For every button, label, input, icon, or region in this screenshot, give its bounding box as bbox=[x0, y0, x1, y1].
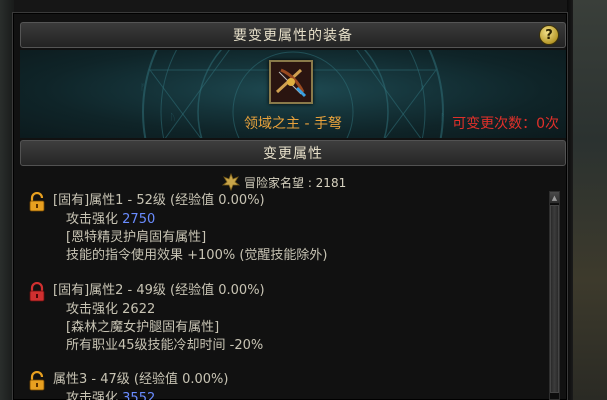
scrollbar-thumb[interactable] bbox=[550, 205, 559, 393]
attribute-list[interactable]: [固有]属性1 - 52级 (经验值 0.00%) 攻击强化 2750 [恩特精… bbox=[20, 188, 546, 400]
section-header: 变更属性 bbox=[20, 140, 566, 166]
attribute-stat-label: 攻击强化 bbox=[66, 212, 119, 227]
scroll-up-arrow-icon[interactable]: ▲ bbox=[550, 192, 559, 204]
crossbow-icon bbox=[271, 62, 311, 102]
attribute-effect: 所有职业45级技能冷却时间 -20% bbox=[66, 338, 264, 353]
attribute-stat-value: 2750 bbox=[122, 212, 156, 227]
attribute-effect: 技能的指令使用效果 +100% (觉醒技能除外) bbox=[66, 248, 328, 263]
equipment-attribute-change-window: 要变更属性的装备 ? ᚠᚢᚦᚨ 领域之主 - 手弩 可变更次数：0次 变更属性 … bbox=[0, 0, 607, 400]
attribute-stat-label: 攻击强化 bbox=[66, 391, 119, 400]
attribute-header: 属性3 - 47级 (经验值 0.00%) bbox=[53, 372, 229, 387]
section-title: 变更属性 bbox=[263, 146, 323, 162]
change-count-label: 可变更次数：0次 bbox=[452, 116, 559, 132]
attribute-stat-label: 攻击强化 bbox=[66, 302, 119, 317]
game-background-right bbox=[567, 0, 607, 400]
attribute-stat-value: 2622 bbox=[122, 302, 156, 317]
help-button[interactable]: ? bbox=[539, 25, 559, 45]
title-bar: 要变更属性的装备 ? bbox=[20, 22, 566, 48]
window-title: 要变更属性的装备 bbox=[233, 28, 353, 44]
unlocked-icon[interactable] bbox=[28, 192, 46, 212]
unlocked-icon[interactable] bbox=[28, 371, 46, 391]
attribute-header: [固有]属性2 - 49级 (经验值 0.00%) bbox=[53, 283, 265, 298]
locked-icon[interactable] bbox=[28, 282, 46, 302]
attribute-stat-value: 3552 bbox=[122, 391, 156, 400]
attribute-scrollbar[interactable]: ▲ bbox=[549, 191, 560, 400]
svg-text:ᚦ: ᚦ bbox=[420, 82, 425, 93]
attribute-source: [恩特精灵护肩固有属性] bbox=[66, 230, 207, 245]
attribute-stat: 攻击强化 3552 bbox=[66, 387, 155, 400]
attribute-stat: 攻击强化 2622 bbox=[66, 298, 155, 317]
attribute-stat: 攻击强化 2750 bbox=[66, 208, 155, 227]
svg-text:ᚠ: ᚠ bbox=[140, 82, 145, 93]
help-icon: ? bbox=[545, 27, 553, 43]
item-slot[interactable] bbox=[269, 60, 313, 104]
attribute-header: [固有]属性1 - 52级 (经验值 0.00%) bbox=[53, 193, 265, 208]
attribute-source: [森林之魔女护腿固有属性] bbox=[66, 320, 220, 335]
